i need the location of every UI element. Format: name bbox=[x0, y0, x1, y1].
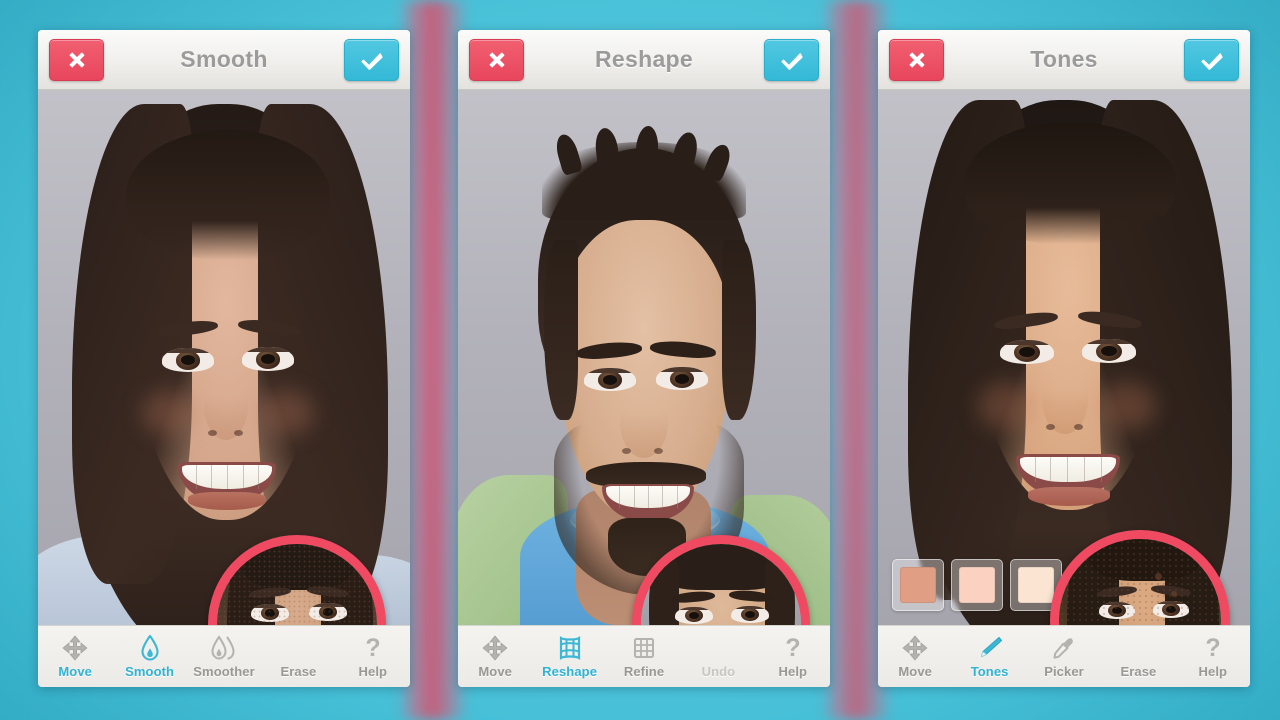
editor-panel-reshape: Reshape Move Reshape Refine Undo ? Help bbox=[458, 30, 830, 687]
tone-swatch-3-chip bbox=[1018, 567, 1054, 603]
tool-picker[interactable]: Picker bbox=[1027, 626, 1101, 687]
confirm-button[interactable] bbox=[344, 39, 399, 81]
close-icon bbox=[489, 52, 504, 68]
tool-label: Help bbox=[778, 663, 808, 679]
tool-move[interactable]: Move bbox=[878, 626, 952, 687]
tone-swatch-1-chip bbox=[900, 567, 936, 603]
check-icon bbox=[360, 53, 383, 70]
confirm-button[interactable] bbox=[1184, 39, 1239, 81]
magnifier-loupe[interactable] bbox=[632, 535, 810, 625]
tool-label: Erase bbox=[1120, 663, 1157, 679]
panel-header: Tones bbox=[878, 30, 1250, 90]
photo-canvas[interactable] bbox=[458, 90, 830, 625]
tool-label: Move bbox=[898, 663, 933, 679]
double-droplet-icon bbox=[209, 634, 239, 661]
tool-label: Tones bbox=[970, 663, 1009, 679]
check-icon bbox=[780, 53, 803, 70]
undo-icon bbox=[703, 635, 733, 661]
editor-panel-smooth: Smooth Move Smooth Smoother Erase ? Help bbox=[38, 30, 410, 687]
tone-swatch-2-chip bbox=[959, 567, 995, 603]
tone-swatch-bar bbox=[892, 559, 1062, 611]
page-title: Smooth bbox=[180, 46, 268, 72]
tool-label: Smoother bbox=[193, 663, 255, 679]
panel-header: Reshape bbox=[458, 30, 830, 90]
eraser-icon bbox=[1123, 635, 1153, 661]
cancel-button[interactable] bbox=[469, 39, 524, 81]
tool-label: Smooth bbox=[125, 663, 175, 679]
cancel-button[interactable] bbox=[889, 39, 944, 81]
tool-smooth[interactable]: Smooth bbox=[112, 626, 186, 687]
brush-icon bbox=[975, 635, 1005, 661]
tool-move[interactable]: Move bbox=[458, 626, 532, 687]
photo-canvas[interactable] bbox=[878, 90, 1250, 625]
tool-label: Move bbox=[58, 663, 93, 679]
loupe-preview bbox=[641, 544, 801, 625]
tool-erase[interactable]: Erase bbox=[1101, 626, 1175, 687]
tool-undo[interactable]: Undo bbox=[681, 626, 755, 687]
grid-mesh-icon bbox=[629, 635, 659, 661]
check-icon bbox=[1200, 53, 1223, 70]
question-mark-icon: ? bbox=[358, 635, 388, 661]
page-title: Reshape bbox=[595, 46, 693, 72]
droplet-icon bbox=[135, 634, 165, 661]
cancel-button[interactable] bbox=[49, 39, 104, 81]
svg-text:?: ? bbox=[1205, 635, 1220, 661]
page-title: Tones bbox=[1030, 46, 1098, 72]
tool-help[interactable]: ? Help bbox=[756, 626, 830, 687]
tool-label: Help bbox=[1198, 663, 1228, 679]
move-arrows-icon bbox=[480, 635, 510, 661]
tool-help[interactable]: ? Help bbox=[336, 626, 410, 687]
tone-swatch-2[interactable] bbox=[951, 559, 1003, 611]
photo-canvas[interactable] bbox=[38, 90, 410, 625]
panel-header: Smooth bbox=[38, 30, 410, 90]
confirm-button[interactable] bbox=[764, 39, 819, 81]
move-arrows-icon bbox=[60, 635, 90, 661]
tool-label: Undo bbox=[701, 663, 736, 679]
tool-bar: Move Tones Picker Erase ? Help bbox=[878, 625, 1250, 687]
loupe-preview bbox=[217, 544, 377, 625]
loupe-preview bbox=[1059, 539, 1221, 625]
magnifier-loupe[interactable] bbox=[1050, 530, 1230, 625]
tool-refine[interactable]: Refine bbox=[607, 626, 681, 687]
tool-smoother[interactable]: Smoother bbox=[187, 626, 261, 687]
move-arrows-icon bbox=[900, 635, 930, 661]
tool-reshape[interactable]: Reshape bbox=[532, 626, 606, 687]
tool-label: Move bbox=[478, 663, 513, 679]
svg-text:?: ? bbox=[365, 635, 380, 661]
tone-swatch-1[interactable] bbox=[892, 559, 944, 611]
close-icon bbox=[69, 52, 84, 68]
tool-bar: Move Reshape Refine Undo ? Help bbox=[458, 625, 830, 687]
tool-bar: Move Smooth Smoother Erase ? Help bbox=[38, 625, 410, 687]
tool-move[interactable]: Move bbox=[38, 626, 112, 687]
tool-label: Erase bbox=[280, 663, 317, 679]
tool-label: Reshape bbox=[542, 663, 598, 679]
tool-label: Help bbox=[358, 663, 388, 679]
tool-label: Refine bbox=[623, 663, 665, 679]
tool-erase[interactable]: Erase bbox=[261, 626, 335, 687]
close-icon bbox=[909, 52, 924, 68]
magnifier-loupe[interactable] bbox=[208, 535, 386, 625]
editor-panel-tones: Tones Move Tones Picker Erase ? Help bbox=[878, 30, 1250, 687]
question-mark-icon: ? bbox=[1198, 635, 1228, 661]
tool-label: Picker bbox=[1044, 663, 1084, 679]
tool-tones[interactable]: Tones bbox=[952, 626, 1026, 687]
eyedropper-icon bbox=[1049, 635, 1079, 661]
svg-text:?: ? bbox=[785, 635, 800, 661]
warp-mesh-icon bbox=[555, 635, 585, 661]
eraser-icon bbox=[283, 635, 313, 661]
tool-help[interactable]: ? Help bbox=[1176, 626, 1250, 687]
question-mark-icon: ? bbox=[778, 635, 808, 661]
